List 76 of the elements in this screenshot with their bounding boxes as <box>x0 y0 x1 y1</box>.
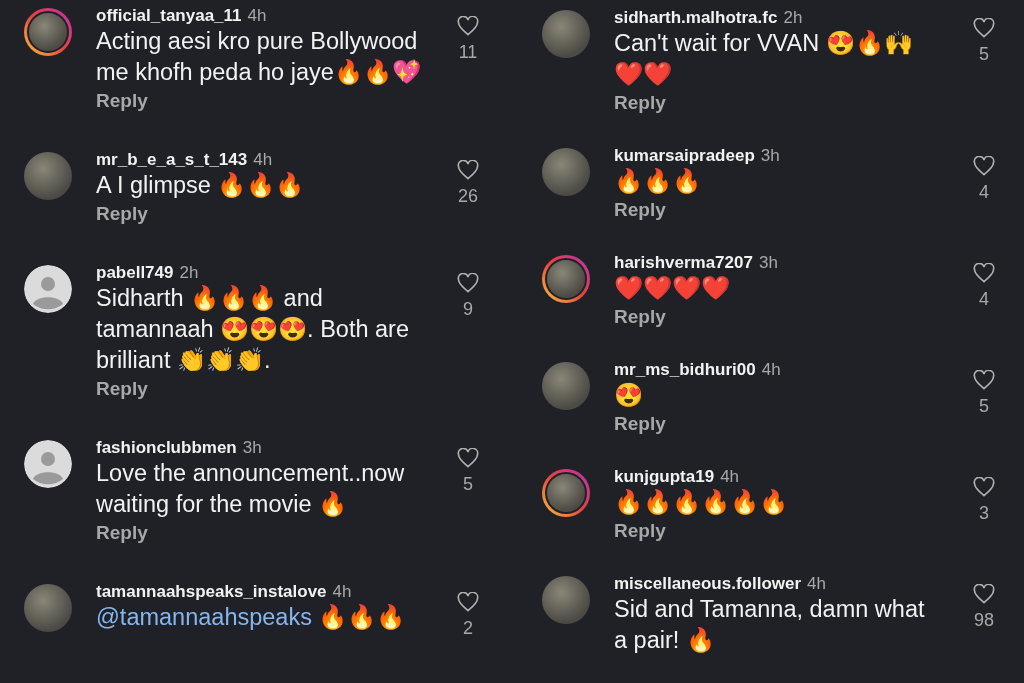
comment-text: @tamannaahspeaks 🔥🔥🔥 <box>96 603 407 632</box>
comment-time: 4h <box>253 150 273 170</box>
reply-button[interactable]: Reply <box>614 411 666 437</box>
avatar-photo[interactable] <box>542 148 590 196</box>
reply-button[interactable]: Reply <box>96 376 148 402</box>
story-ring-avatar[interactable] <box>542 255 590 303</box>
username[interactable]: kumarsaipradeep <box>614 146 755 166</box>
reply-button[interactable]: Reply <box>614 304 666 330</box>
like-count: 2 <box>463 618 473 638</box>
comment-text: Love the announcement..now waiting for the movie 🔥 <box>96 459 406 519</box>
username[interactable]: miscellaneous.follower <box>614 574 802 594</box>
like-heart-icon[interactable] <box>457 16 479 36</box>
username[interactable]: fashionclubbmen <box>96 438 237 458</box>
like-count: 4 <box>979 289 989 309</box>
avatar-photo[interactable] <box>24 584 72 632</box>
like-heart-icon[interactable] <box>973 18 995 38</box>
comment-time: 4h <box>720 467 740 487</box>
comment-time: 3h <box>760 146 780 166</box>
comment-time: 3h <box>758 253 778 273</box>
avatar-photo[interactable] <box>542 10 590 58</box>
comment-time: 3h <box>242 438 262 458</box>
like-heart-icon[interactable] <box>457 273 479 293</box>
like-heart-icon[interactable] <box>973 156 995 176</box>
reply-button[interactable]: Reply <box>96 520 148 546</box>
avatar-photo[interactable] <box>542 576 590 624</box>
comment-text: Can't wait for VVAN 😍🔥🙌 ❤❤ <box>614 29 914 89</box>
story-ring-avatar[interactable] <box>542 469 590 517</box>
like-heart-icon[interactable] <box>973 477 995 497</box>
comment-time: 4h <box>761 360 781 380</box>
like-count: 98 <box>974 610 994 630</box>
reply-button[interactable]: Reply <box>96 88 148 114</box>
comment-time: 2h <box>783 8 803 28</box>
like-count: 5 <box>979 44 989 64</box>
reply-button[interactable]: Reply <box>614 90 666 116</box>
username[interactable]: tamannaahspeaks_instalove <box>96 582 327 602</box>
comment-text: A I glimpse 🔥🔥🔥 <box>96 171 306 200</box>
like-count: 11 <box>458 42 478 62</box>
like-heart-icon[interactable] <box>973 370 995 390</box>
comment-text: Acting aesi kro pure Bollywood me khofh peda ho jaye🔥🔥💖 <box>96 27 421 87</box>
like-heart-icon[interactable] <box>457 592 479 612</box>
avatar-photo[interactable] <box>24 152 72 200</box>
mention-link[interactable]: @tamannaahspeaks <box>96 604 312 630</box>
comment-time: 4h <box>332 582 352 602</box>
username[interactable]: pabell749 <box>96 263 174 283</box>
comment-text: ❤❤❤❤ <box>614 274 731 303</box>
avatar-photo[interactable] <box>542 362 590 410</box>
like-count: 4 <box>979 182 989 202</box>
comment-time: 2h <box>179 263 199 283</box>
username[interactable]: official_tanyaa_11 <box>96 6 242 26</box>
comment-time: 4h <box>247 6 267 26</box>
username[interactable]: mr_b_e_a_s_t_143 <box>96 150 248 170</box>
comment-time: 4h <box>807 574 826 594</box>
default-avatar-icon[interactable] <box>24 440 72 488</box>
like-count: 5 <box>979 396 989 416</box>
like-count: 5 <box>463 474 473 494</box>
like-heart-icon[interactable] <box>457 160 479 180</box>
comment-text: 😍 <box>614 381 644 410</box>
reply-button[interactable]: Reply <box>614 518 666 544</box>
comment-text: 🔥🔥🔥🔥🔥🔥 <box>614 488 789 517</box>
like-heart-icon[interactable] <box>973 263 995 283</box>
like-count: 9 <box>463 299 473 319</box>
username[interactable]: kunjgupta19 <box>614 467 715 487</box>
like-heart-icon[interactable] <box>457 448 479 468</box>
like-count: 26 <box>458 186 478 206</box>
reply-button[interactable]: Reply <box>614 197 666 223</box>
username[interactable]: mr_ms_bidhuri00 <box>614 360 756 380</box>
username[interactable]: sidharth.malhotra.fc <box>614 8 778 28</box>
default-avatar-icon[interactable] <box>24 265 72 313</box>
comment-text: Sidharth 🔥🔥🔥 and tamannaah 😍😍😍. Both are brilliant 👏👏👏. <box>96 284 410 375</box>
comment-text: Sid and Tamanna, damn what a pair! 🔥 <box>614 595 926 655</box>
like-heart-icon[interactable] <box>973 584 995 604</box>
story-ring-avatar[interactable] <box>24 8 72 56</box>
reply-button[interactable]: Reply <box>96 201 148 227</box>
like-count: 3 <box>979 503 989 523</box>
comment-text: 🔥🔥🔥 <box>614 167 702 196</box>
username[interactable]: harishverma7207 <box>614 253 753 273</box>
